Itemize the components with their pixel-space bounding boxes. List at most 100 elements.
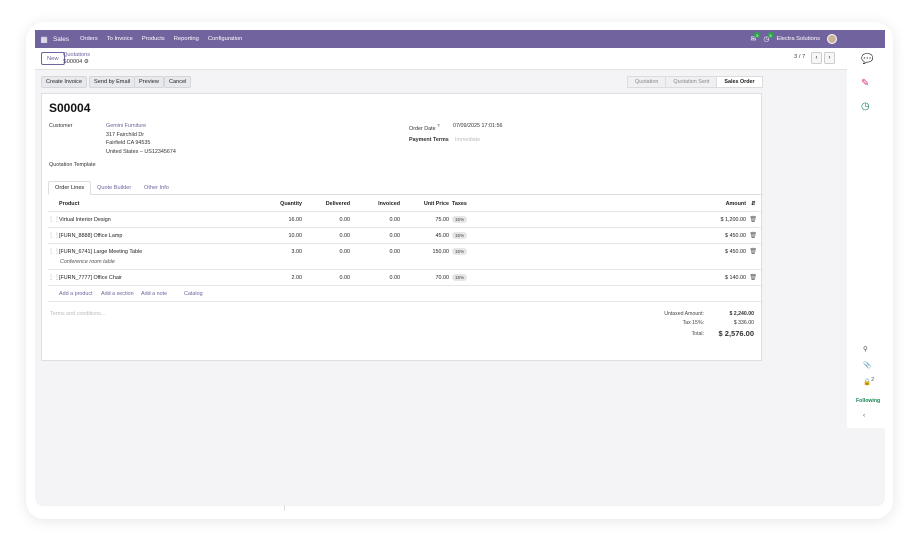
row-unit-price[interactable]: 150.00 — [413, 249, 450, 255]
breadcrumb-current: S00004 ⚙ — [63, 59, 89, 65]
search-icon[interactable]: ⚲ — [863, 345, 868, 353]
tab-other-info[interactable]: Other Info — [138, 181, 175, 195]
table-header: Product Quantity Delivered Invoiced Unit… — [48, 196, 763, 212]
activities-icon[interactable]: ◷ — [861, 101, 870, 112]
column-settings-icon[interactable]: ⇵ — [751, 201, 756, 207]
delete-icon[interactable]: 🗑 — [749, 216, 757, 223]
row-delivered: 0.00 — [339, 275, 351, 281]
col-taxes[interactable]: Taxes — [452, 201, 467, 207]
add-line-row: Add a product Add a section Add a note C… — [48, 286, 763, 302]
company-switcher[interactable]: Electra Solutions — [777, 36, 821, 42]
status-quotation-sent[interactable]: Quotation Sent — [665, 76, 718, 88]
row-delivered: 0.00 — [339, 249, 351, 255]
add-note-link[interactable]: Add a note — [141, 291, 167, 297]
log-note-icon[interactable]: ✎ — [861, 78, 869, 89]
lock-icon[interactable]: 🔒2 — [863, 377, 874, 386]
form-sheet: S00004 Customer Gemini Furniture 317 Fai… — [41, 93, 763, 361]
untaxed-value: $ 2,240.00 — [729, 311, 754, 317]
breadcrumb-quotations[interactable]: Quotations — [63, 52, 90, 58]
col-delivered[interactable]: Delivered — [318, 201, 350, 207]
tab-order-lines[interactable]: Order Lines — [48, 181, 92, 195]
row-invoiced: 0.00 — [389, 217, 401, 223]
tax-tag: 15% — [452, 274, 468, 281]
row-quantity[interactable]: 16.00 — [270, 217, 303, 223]
col-product[interactable]: Product — [59, 201, 79, 207]
pager-prev-icon[interactable]: ‹ — [811, 52, 822, 64]
collapse-chevron-icon[interactable]: ‹ — [863, 412, 865, 419]
gear-icon[interactable]: ⚙ — [84, 59, 89, 65]
terms-field[interactable]: Terms and conditions... — [50, 311, 105, 317]
untaxed-line: Untaxed Amount: $ 2,240.00 — [634, 311, 754, 320]
attachment-icon[interactable]: 📎 — [863, 361, 871, 369]
row-quantity[interactable]: 2.00 — [270, 275, 303, 281]
following-button[interactable]: Following — [856, 398, 880, 404]
row-invoiced: 0.00 — [389, 249, 401, 255]
catalog-link[interactable]: Catalog — [184, 291, 203, 297]
row-tax-badge: 15% — [452, 232, 468, 239]
row-amount: $ 450.00 — [725, 233, 746, 239]
order-date-label-text: Order Date — [409, 125, 436, 132]
status-quotation[interactable]: Quotation — [627, 76, 667, 88]
menu-reporting[interactable]: Reporting — [174, 36, 199, 42]
row-quantity[interactable]: 10.00 — [270, 233, 303, 239]
user-avatar[interactable] — [827, 34, 837, 44]
col-amount[interactable]: Amount — [708, 201, 746, 207]
preview-button[interactable]: Preview — [134, 76, 164, 88]
app-name[interactable]: Sales — [53, 36, 69, 43]
app-screen: ▦ Sales Orders To Invoice Products Repor… — [35, 30, 885, 506]
row-quantity[interactable]: 3.00 — [270, 249, 303, 255]
delete-icon[interactable]: 🗑 — [749, 248, 757, 255]
order-title: S00004 — [49, 101, 91, 115]
pager-next-icon[interactable]: › — [824, 52, 835, 64]
add-product-link[interactable]: Add a product — [59, 291, 93, 297]
row-product[interactable]: [FURN_7777] Office Chair — [59, 275, 122, 281]
create-invoice-button[interactable]: Create Invoice — [41, 76, 88, 88]
row-delivered: 0.00 — [339, 217, 351, 223]
order-date-field[interactable]: 07/09/2025 17:01:56 — [453, 123, 502, 129]
messages-icon[interactable]: ✉ 5 — [751, 32, 761, 43]
total-line: Total: $ 2,576.00 — [634, 329, 754, 341]
notebook-tabs: Order Lines Quote Builder Other Info — [48, 181, 763, 195]
col-unit-price[interactable]: Unit Price — [413, 201, 449, 207]
apps-menu-icon[interactable]: ▦ — [35, 35, 53, 44]
new-button[interactable]: New — [41, 52, 65, 65]
chatter-panel: 💬 ✎ ◷ ⚲ 📎 🔒2 Following ‹ — [847, 48, 885, 428]
menu-products[interactable]: Products — [142, 36, 165, 42]
row-product[interactable]: [FURN_8888] Office Lamp — [59, 233, 122, 239]
pager-value[interactable]: 3 / 7 — [794, 54, 805, 60]
row-product[interactable]: Virtual Interior Design — [59, 217, 111, 223]
payment-terms-field[interactable]: Immediate — [455, 137, 480, 143]
menu-to-invoice[interactable]: To Invoice — [107, 36, 133, 42]
table-row[interactable]: ⋮⋮ Virtual Interior Design 16.00 0.00 0.… — [48, 212, 763, 228]
col-invoiced[interactable]: Invoiced — [368, 201, 400, 207]
menu-configuration[interactable]: Configuration — [208, 36, 242, 42]
help-icon[interactable]: ? — [437, 123, 440, 128]
activity-clock-icon[interactable]: ◷ 5 — [763, 32, 774, 43]
row-amount: $ 450.00 — [725, 249, 746, 255]
table-row[interactable]: ⋮⋮ [FURN_7777] Office Chair 2.00 0.00 0.… — [48, 270, 763, 286]
order-date-label: Order Date ? — [409, 123, 440, 132]
send-email-button[interactable]: Send by Email — [89, 76, 136, 88]
table-row[interactable]: ⋮⋮ [FURN_8888] Office Lamp 10.00 0.00 0.… — [48, 228, 763, 244]
table-row[interactable]: ⋮⋮ [FURN_6741] Large Meeting Table Confe… — [48, 244, 763, 270]
status-sales-order[interactable]: Sales Order — [716, 76, 763, 88]
add-section-link[interactable]: Add a section — [101, 291, 134, 297]
col-quantity[interactable]: Quantity — [270, 201, 302, 207]
tab-quote-builder[interactable]: Quote Builder — [91, 181, 137, 195]
divider — [284, 505, 285, 511]
untaxed-label: Untaxed Amount: — [664, 311, 704, 317]
row-description[interactable]: Conference room table — [60, 259, 115, 265]
row-product[interactable]: [FURN_6741] Large Meeting Table — [59, 249, 142, 255]
send-message-icon[interactable]: 💬 — [861, 54, 873, 65]
customer-field[interactable]: Gemini Furniture — [106, 123, 146, 129]
row-unit-price[interactable]: 75.00 — [413, 217, 450, 223]
row-tax-badge: 15% — [452, 216, 468, 223]
delete-icon[interactable]: 🗑 — [749, 274, 757, 281]
customer-label: Customer — [49, 123, 73, 129]
delete-icon[interactable]: 🗑 — [749, 232, 757, 239]
row-unit-price[interactable]: 70.00 — [413, 275, 450, 281]
cancel-button[interactable]: Cancel — [164, 76, 192, 88]
menu-orders[interactable]: Orders — [80, 36, 98, 42]
tax-label: Tax 15%: — [682, 320, 704, 326]
row-unit-price[interactable]: 45.00 — [413, 233, 450, 239]
